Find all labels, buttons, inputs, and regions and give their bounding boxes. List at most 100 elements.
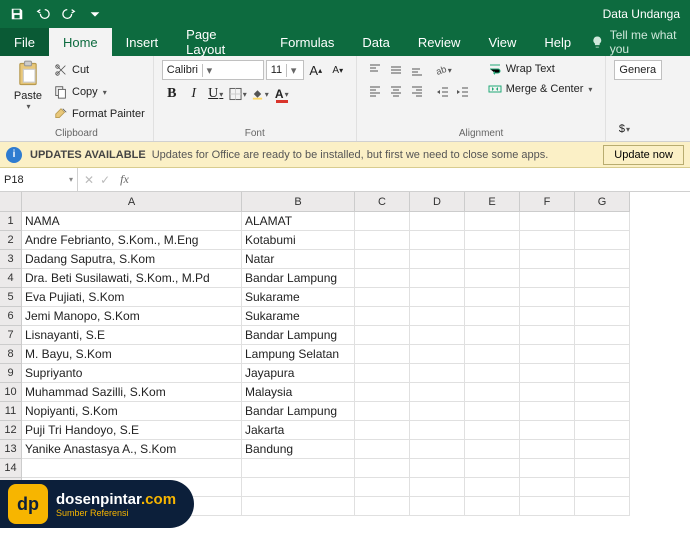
cell[interactable] xyxy=(575,383,630,402)
cell[interactable] xyxy=(242,478,355,497)
column-header[interactable]: C xyxy=(355,192,410,212)
cell[interactable] xyxy=(465,288,520,307)
bold-button[interactable]: B xyxy=(162,84,182,104)
redo-icon[interactable] xyxy=(58,3,80,25)
copy-button[interactable]: Copy ▾ xyxy=(54,82,145,102)
cell[interactable] xyxy=(355,326,410,345)
row-header[interactable]: 12 xyxy=(0,421,22,440)
currency-button[interactable]: $▾ xyxy=(614,119,634,139)
formula-input[interactable] xyxy=(133,168,690,191)
cell[interactable]: Sukarame xyxy=(242,307,355,326)
cancel-formula-icon[interactable]: ✕ xyxy=(84,173,94,187)
font-color-button[interactable]: A▾ xyxy=(272,84,292,104)
cell[interactable] xyxy=(465,440,520,459)
cell[interactable] xyxy=(410,364,465,383)
cell[interactable] xyxy=(465,497,520,516)
row-header[interactable]: 7 xyxy=(0,326,22,345)
cell[interactable]: Lampung Selatan xyxy=(242,345,355,364)
cell[interactable] xyxy=(520,269,575,288)
cell[interactable] xyxy=(355,307,410,326)
cell[interactable] xyxy=(465,402,520,421)
cell[interactable] xyxy=(575,478,630,497)
cell[interactable]: Muhammad Sazilli, S.Kom xyxy=(22,383,242,402)
cell[interactable] xyxy=(410,383,465,402)
cell[interactable] xyxy=(410,478,465,497)
cell[interactable] xyxy=(355,288,410,307)
cell[interactable] xyxy=(465,326,520,345)
cell[interactable] xyxy=(520,421,575,440)
cell[interactable] xyxy=(575,421,630,440)
align-top-button[interactable] xyxy=(365,60,385,80)
cell[interactable] xyxy=(22,459,242,478)
underline-button[interactable]: U▾ xyxy=(206,84,226,104)
cell[interactable] xyxy=(355,402,410,421)
column-header[interactable]: G xyxy=(575,192,630,212)
cell[interactable]: Eva Pujiati, S.Kom xyxy=(22,288,242,307)
tab-review[interactable]: Review xyxy=(404,28,475,56)
column-header[interactable]: F xyxy=(520,192,575,212)
cell[interactable] xyxy=(465,383,520,402)
format-painter-button[interactable]: Format Painter xyxy=(54,104,145,124)
cell[interactable] xyxy=(575,212,630,231)
undo-icon[interactable] xyxy=(32,3,54,25)
cell[interactable] xyxy=(465,250,520,269)
decrease-indent-button[interactable] xyxy=(433,82,453,102)
cell[interactable] xyxy=(575,364,630,383)
row-header[interactable]: 5 xyxy=(0,288,22,307)
tab-view[interactable]: View xyxy=(474,28,530,56)
cell[interactable] xyxy=(410,250,465,269)
row-header[interactable]: 8 xyxy=(0,345,22,364)
qat-dropdown-icon[interactable] xyxy=(84,3,106,25)
cell[interactable] xyxy=(575,440,630,459)
cell[interactable]: Natar xyxy=(242,250,355,269)
select-all-button[interactable] xyxy=(0,192,22,212)
save-icon[interactable] xyxy=(6,3,28,25)
cell[interactable] xyxy=(465,421,520,440)
cut-button[interactable]: Cut xyxy=(54,60,145,80)
cell[interactable] xyxy=(410,402,465,421)
cell[interactable] xyxy=(355,345,410,364)
cell[interactable] xyxy=(575,269,630,288)
align-bottom-button[interactable] xyxy=(407,60,427,80)
tab-insert[interactable]: Insert xyxy=(112,28,173,56)
cell[interactable] xyxy=(410,421,465,440)
cell[interactable] xyxy=(520,288,575,307)
cell[interactable] xyxy=(410,288,465,307)
row-header[interactable]: 10 xyxy=(0,383,22,402)
align-center-button[interactable] xyxy=(386,81,406,101)
cell[interactable] xyxy=(410,269,465,288)
wrap-text-button[interactable]: Wrap Text xyxy=(483,60,598,78)
cell[interactable] xyxy=(355,497,410,516)
cell[interactable] xyxy=(465,478,520,497)
font-size-combo[interactable]: 11 ▾ xyxy=(266,60,304,80)
row-header[interactable]: 13 xyxy=(0,440,22,459)
cell[interactable]: Dra. Beti Susilawati, S.Kom., M.Pd xyxy=(22,269,242,288)
cell[interactable] xyxy=(575,250,630,269)
cell[interactable] xyxy=(242,497,355,516)
cell[interactable] xyxy=(575,459,630,478)
row-header[interactable]: 2 xyxy=(0,231,22,250)
cell[interactable] xyxy=(520,478,575,497)
cell[interactable] xyxy=(465,269,520,288)
align-left-button[interactable] xyxy=(365,81,385,101)
number-format-combo[interactable]: Genera xyxy=(614,60,662,80)
cell[interactable] xyxy=(355,231,410,250)
cell[interactable]: Yanike Anastasya A., S.Kom xyxy=(22,440,242,459)
cell[interactable] xyxy=(520,307,575,326)
cell[interactable] xyxy=(355,383,410,402)
cell[interactable] xyxy=(520,497,575,516)
cell[interactable] xyxy=(355,459,410,478)
cell[interactable] xyxy=(520,345,575,364)
tab-home[interactable]: Home xyxy=(49,28,112,56)
name-box[interactable]: P18 ▾ xyxy=(0,168,78,191)
cell[interactable] xyxy=(575,402,630,421)
align-right-button[interactable] xyxy=(407,81,427,101)
cell[interactable]: ALAMAT xyxy=(242,212,355,231)
merge-center-button[interactable]: Merge & Center ▾ xyxy=(483,80,598,98)
cell[interactable]: Lisnayanti, S.E xyxy=(22,326,242,345)
cell[interactable]: Bandung xyxy=(242,440,355,459)
cell[interactable] xyxy=(242,459,355,478)
row-header[interactable]: 9 xyxy=(0,364,22,383)
cell[interactable] xyxy=(520,326,575,345)
tab-help[interactable]: Help xyxy=(530,28,585,56)
